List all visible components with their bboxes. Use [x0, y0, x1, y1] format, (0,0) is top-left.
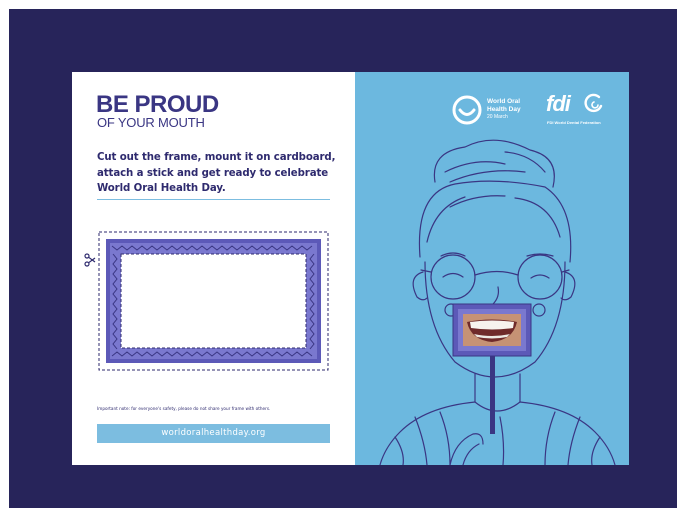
scissors-icon: [84, 253, 96, 267]
event-date: 20 March: [487, 114, 508, 120]
event-name: World Oral Health Day 20 March: [487, 98, 521, 122]
website-url[interactable]: worldoralhealthday.org: [97, 424, 330, 443]
smile-circle-icon: [452, 95, 482, 125]
left-panel: BE PROUD OF YOUR MOUTH Cut out the frame…: [72, 72, 355, 465]
title-line-2: OF YOUR MOUTH: [97, 115, 205, 130]
cutout-frame: [98, 231, 329, 371]
event-name-line-1: World Oral: [487, 98, 521, 105]
safety-notice: Important note: for everyone's safety, p…: [97, 406, 271, 411]
event-name-line-2: Health Day: [487, 105, 521, 113]
instructions-text: Cut out the frame, mount it on cardboard…: [97, 152, 336, 194]
fdi-mark-icon: [584, 93, 603, 113]
divider: [97, 199, 330, 200]
character-illustration: [379, 139, 616, 465]
title-line-1: BE PROUD: [96, 91, 219, 118]
right-panel: World Oral Health Day 20 March fdi FDI W…: [355, 72, 629, 465]
org-wordmark: fdi: [546, 91, 571, 116]
org-name: FDI World Dental Federation: [547, 120, 601, 125]
printable-card: BE PROUD OF YOUR MOUTH Cut out the frame…: [72, 72, 629, 465]
